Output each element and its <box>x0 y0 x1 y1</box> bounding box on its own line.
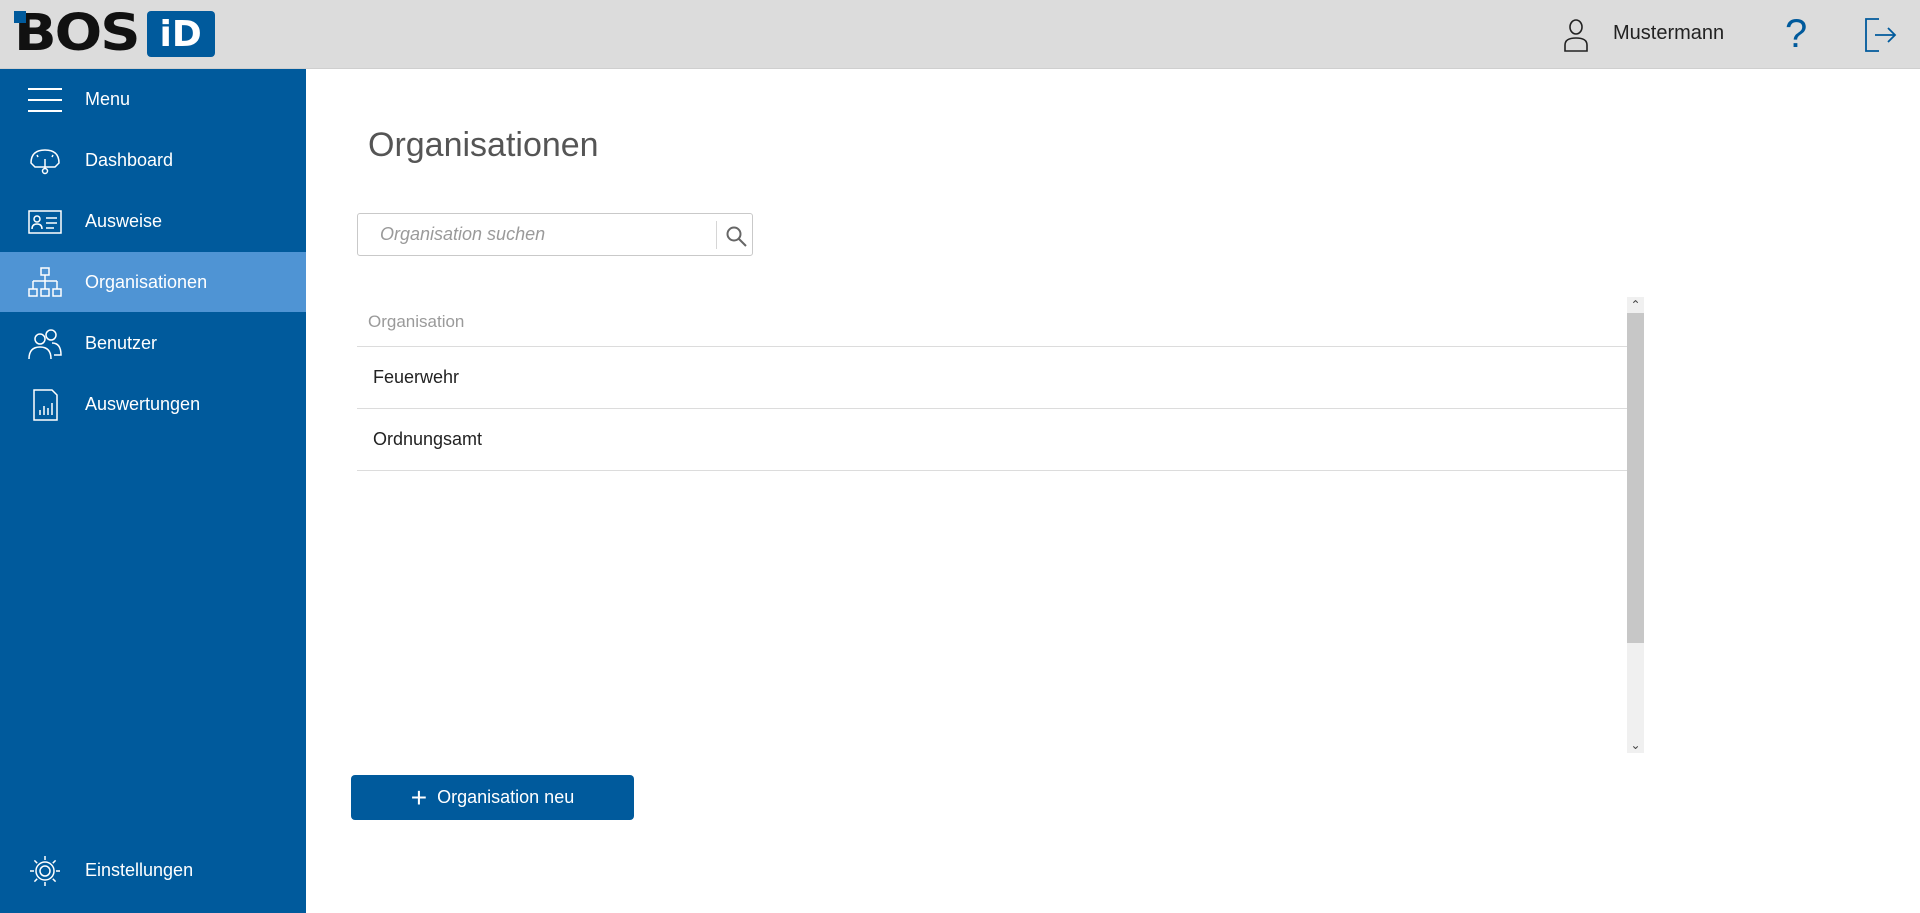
sidebar-item-label: Menu <box>85 88 131 109</box>
sidebar-item-label: Ausweise <box>85 210 163 231</box>
hamburger-icon <box>28 88 62 112</box>
column-header-organisation[interactable]: Organisation <box>357 298 1627 347</box>
org-chart-icon <box>28 267 62 297</box>
report-icon <box>33 389 58 421</box>
logout-icon[interactable] <box>1863 17 1897 53</box>
organisation-table: Organisation Feuerwehr Ordnungsamt <box>357 298 1627 471</box>
gear-icon <box>30 856 60 886</box>
app-logo[interactable]: BOS iD <box>14 4 215 63</box>
page-title: Organisationen <box>368 126 599 164</box>
logo-badge: iD <box>146 11 215 57</box>
table-scrollbar[interactable]: ⌃ ⌄ <box>1627 297 1644 753</box>
search-icon[interactable] <box>724 224 748 248</box>
sidebar: Menu Dashboard Ausweise Organisationen B… <box>0 69 306 913</box>
table-row[interactable]: Ordnungsamt <box>357 409 1627 471</box>
help-icon[interactable]: ? <box>1785 12 1807 56</box>
sidebar-item-label: Dashboard <box>85 149 174 170</box>
sidebar-item-label: Organisationen <box>85 271 208 292</box>
gauge-icon <box>30 149 60 175</box>
logo-mark <box>14 11 26 23</box>
sidebar-item-auswertungen[interactable]: Auswertungen <box>0 374 306 434</box>
scrollbar-thumb[interactable] <box>1627 313 1644 643</box>
sidebar-item-menu[interactable]: Menu <box>0 69 306 129</box>
sidebar-item-label: Einstellungen <box>85 859 194 880</box>
search-box <box>357 213 753 256</box>
add-organisation-label: Organisation neu <box>437 787 575 807</box>
sidebar-item-einstellungen[interactable]: Einstellungen <box>0 840 306 900</box>
users-icon <box>28 329 62 360</box>
scroll-up-arrow-icon[interactable]: ⌃ <box>1627 297 1644 313</box>
sidebar-item-organisationen[interactable]: Organisationen <box>0 252 306 312</box>
user-icon[interactable] <box>1562 18 1590 52</box>
logo-text: BOS <box>14 4 141 63</box>
add-organisation-button[interactable]: + Organisation neu <box>351 775 634 820</box>
sidebar-item-dashboard[interactable]: Dashboard <box>0 130 306 190</box>
table-row[interactable]: Feuerwehr <box>357 347 1627 409</box>
id-card-icon <box>28 210 62 234</box>
sidebar-item-label: Benutzer <box>85 332 158 353</box>
scroll-down-arrow-icon[interactable]: ⌄ <box>1627 737 1644 753</box>
search-input[interactable] <box>358 214 716 255</box>
sidebar-item-benutzer[interactable]: Benutzer <box>0 313 306 373</box>
plus-icon: + <box>410 781 428 813</box>
top-bar: BOS iD Mustermann ? <box>0 0 1920 69</box>
search-divider <box>716 221 717 249</box>
user-name[interactable]: Mustermann <box>1613 22 1724 45</box>
sidebar-item-ausweise[interactable]: Ausweise <box>0 191 306 251</box>
sidebar-item-label: Auswertungen <box>85 393 201 414</box>
